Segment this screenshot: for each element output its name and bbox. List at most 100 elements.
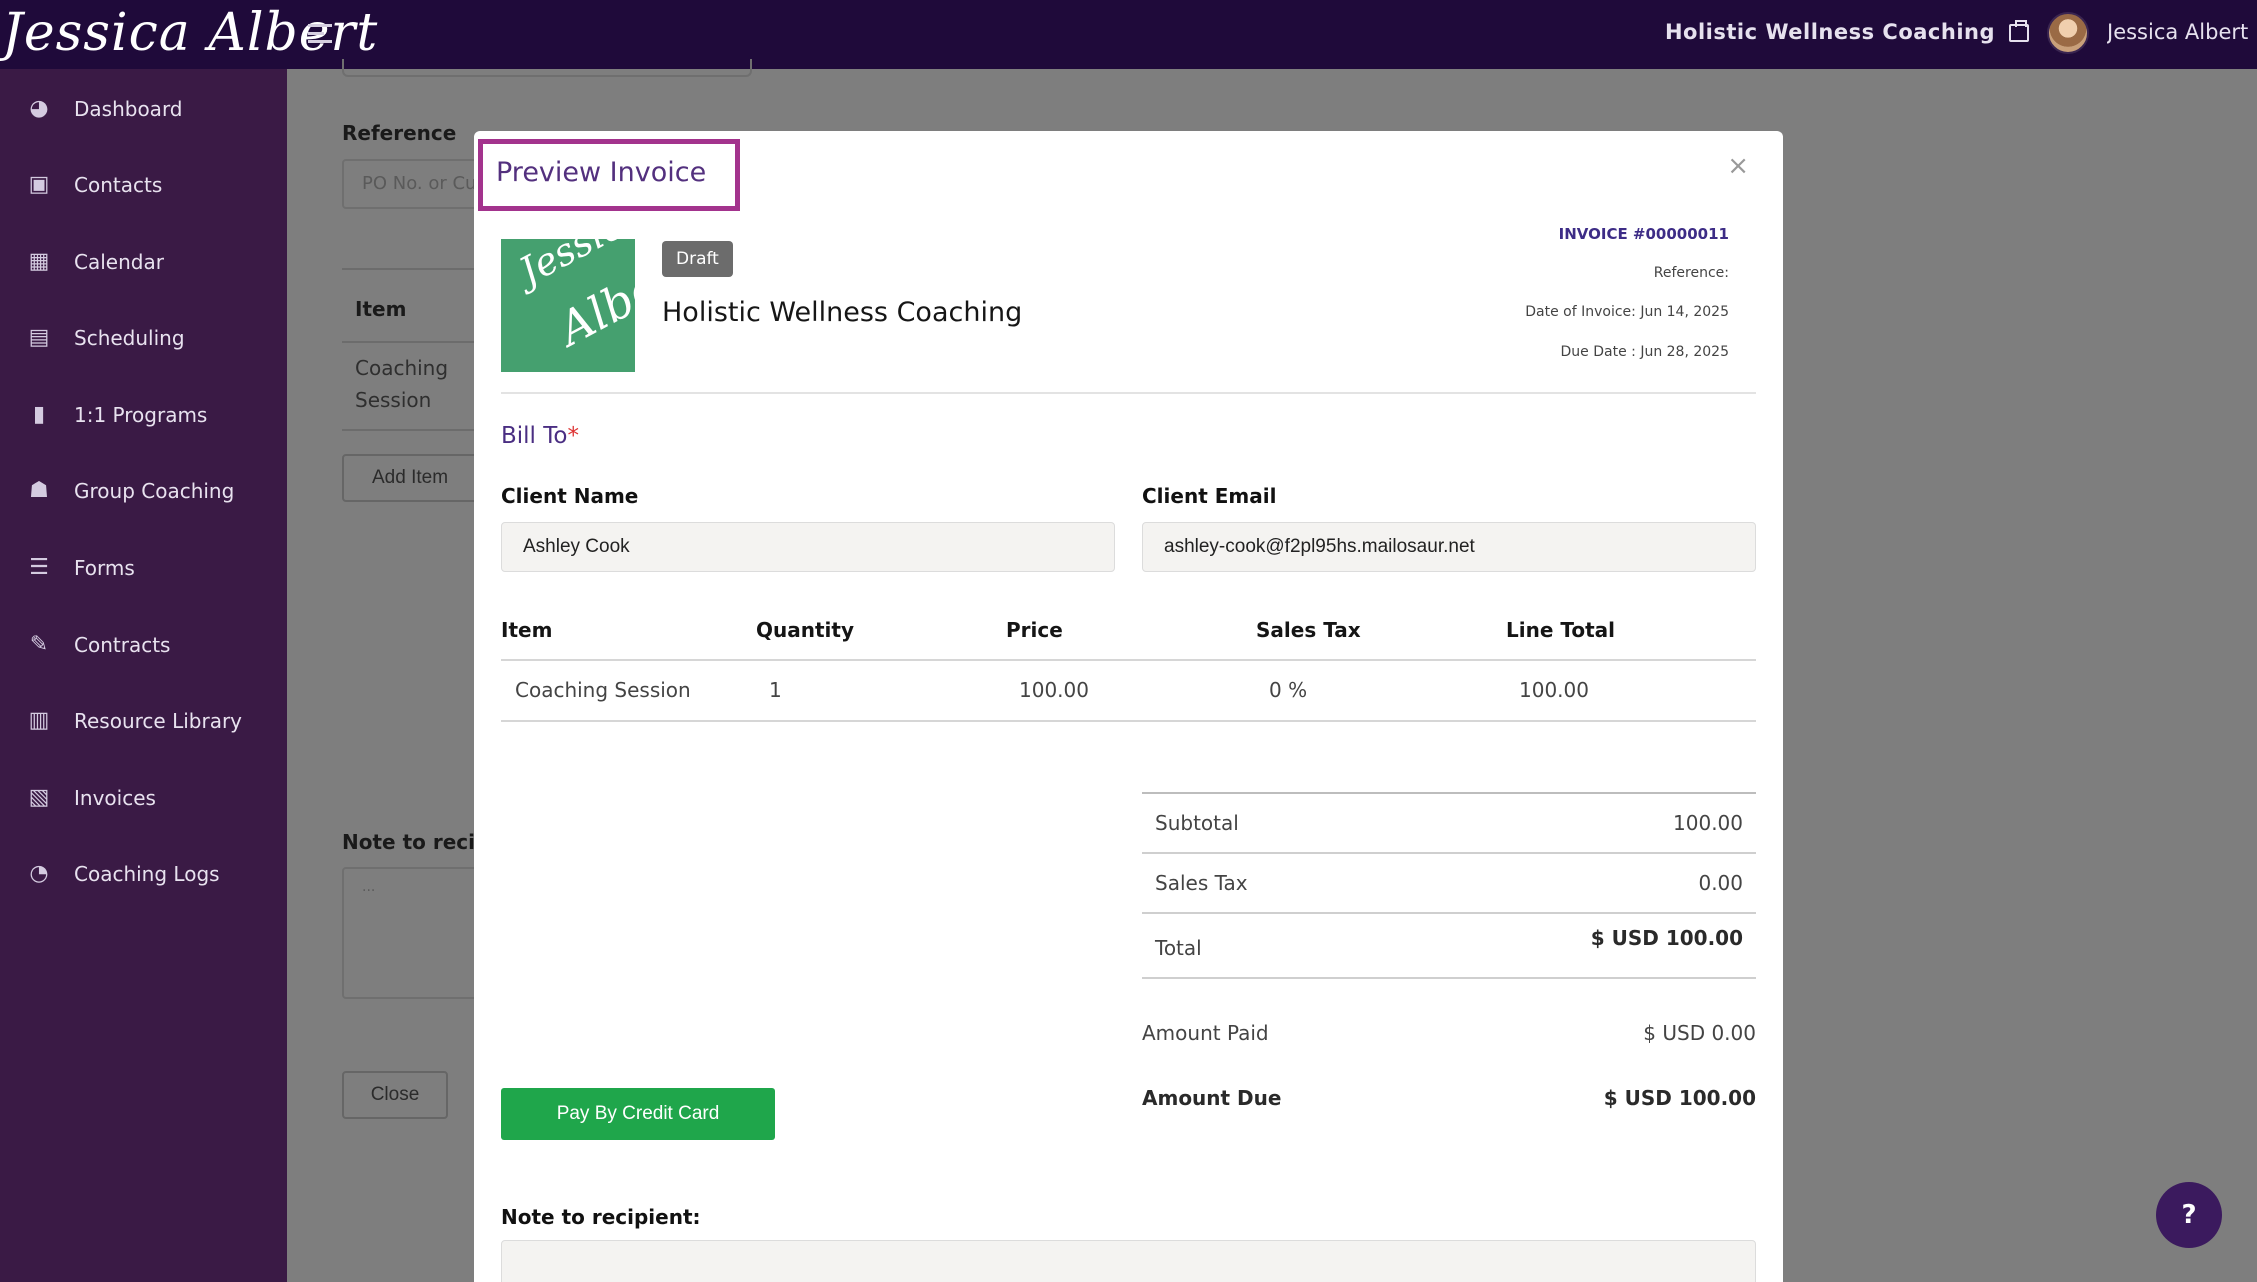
- column-header: Line Total: [1506, 618, 1616, 642]
- calendar-icon: ▦: [28, 249, 50, 274]
- sidebar: ◕ Dashboard ▣ Contacts ▦ Calendar ▤ Sche…: [0, 69, 287, 1282]
- clock-icon: ◔: [29, 861, 49, 886]
- bg-divider: [342, 429, 482, 431]
- table-header-divider: [501, 659, 1756, 661]
- sidebar-item-group-coaching[interactable]: ☗ Group Coaching: [0, 466, 287, 516]
- column-header: Item: [501, 618, 553, 642]
- sidebar-item-dashboard[interactable]: ◕ Dashboard: [0, 84, 287, 134]
- client-name-field[interactable]: Ashley Cook: [501, 522, 1115, 572]
- preview-invoice-modal: Preview Invoice × Jessica Albert Draft H…: [474, 131, 1783, 1282]
- sidebar-item-label: Calendar: [74, 250, 164, 274]
- top-bar: Jessica Albert Holistic Wellness Coachin…: [0, 0, 2257, 69]
- avatar[interactable]: [2047, 12, 2089, 54]
- invoice-due-date: Due Date : Jun 28, 2025: [1560, 344, 1729, 360]
- bg-divider: [342, 268, 482, 270]
- sidebar-item-scheduling[interactable]: ▤ Scheduling: [0, 313, 287, 363]
- column-header: Quantity: [756, 618, 854, 642]
- business-name[interactable]: Holistic Wellness Coaching: [1665, 20, 1995, 44]
- modal-title: Preview Invoice: [496, 157, 707, 188]
- sidebar-item-forms[interactable]: ☰ Forms: [0, 543, 287, 593]
- table-cell: 100.00: [1519, 678, 1589, 702]
- required-mark: *: [567, 423, 579, 449]
- bg-item-header: Item: [355, 297, 407, 321]
- sales-tax-label: Sales Tax: [1155, 871, 1248, 895]
- contracts-icon: ✎: [29, 632, 49, 657]
- brand-logo: Jessica Albert: [501, 239, 635, 372]
- contacts-icon: ▣: [28, 172, 50, 197]
- menu-toggle-icon[interactable]: [308, 24, 332, 46]
- invoice-date: Date of Invoice: Jun 14, 2025: [1525, 304, 1729, 320]
- sidebar-item-label: Forms: [74, 556, 135, 580]
- scheduling-icon: ▤: [28, 325, 50, 350]
- bg-note-label: Note to recip: [342, 830, 490, 854]
- status-badge: Draft: [662, 241, 733, 277]
- library-icon: ▥: [28, 708, 50, 733]
- bg-note-textarea[interactable]: ...: [342, 867, 482, 999]
- subtotal-label: Subtotal: [1155, 811, 1239, 835]
- sidebar-item-label: Dashboard: [74, 97, 183, 121]
- table-cell: Coaching Session: [515, 678, 691, 702]
- logo-line: Albert: [549, 240, 635, 357]
- forms-icon: ☰: [29, 555, 49, 580]
- summary-divider: [1142, 792, 1756, 794]
- close-icon[interactable]: ×: [1727, 153, 1749, 179]
- sidebar-item-calendar[interactable]: ▦ Calendar: [0, 237, 287, 287]
- column-header: Price: [1006, 618, 1063, 642]
- bg-field-top: [342, 59, 752, 77]
- bill-to-heading: Bill To*: [501, 423, 579, 449]
- sidebar-item-label: 1:1 Programs: [74, 403, 208, 427]
- help-button[interactable]: ?: [2156, 1182, 2222, 1248]
- table-row-divider: [501, 720, 1756, 722]
- total-label: Total: [1155, 936, 1202, 960]
- sidebar-item-label: Invoices: [74, 786, 156, 810]
- company-name: Holistic Wellness Coaching: [662, 297, 1023, 328]
- amount-due-label: Amount Due: [1142, 1086, 1282, 1110]
- amount-paid-label: Amount Paid: [1142, 1021, 1269, 1045]
- invoice-number: INVOICE #00000011: [1558, 225, 1729, 243]
- bg-add-item-button[interactable]: Add Item: [342, 454, 482, 502]
- dashboard-icon: ◕: [29, 96, 49, 121]
- sidebar-item-invoices[interactable]: ▧ Invoices: [0, 773, 287, 823]
- header-divider: [501, 392, 1756, 394]
- client-name-label: Client Name: [501, 484, 639, 508]
- sidebar-item-label: Contracts: [74, 633, 171, 657]
- sidebar-item-programs[interactable]: ▮ 1:1 Programs: [0, 390, 287, 440]
- group-icon: ☗: [29, 478, 49, 503]
- briefcase-icon[interactable]: [2009, 20, 2029, 42]
- sidebar-item-coaching-logs[interactable]: ◔ Coaching Logs: [0, 849, 287, 899]
- subtotal-value: 100.00: [1673, 811, 1743, 835]
- sidebar-item-contacts[interactable]: ▣ Contacts: [0, 160, 287, 210]
- sidebar-item-contracts[interactable]: ✎ Contracts: [0, 620, 287, 670]
- amount-due-value: $ USD 100.00: [1603, 1086, 1756, 1110]
- table-cell: 1: [769, 678, 782, 702]
- sidebar-item-label: Scheduling: [74, 326, 185, 350]
- sidebar-item-label: Group Coaching: [74, 479, 235, 503]
- sidebar-item-label: Resource Library: [74, 709, 243, 733]
- note-to-recipient-field[interactable]: [501, 1240, 1756, 1282]
- sidebar-item-label: Contacts: [74, 173, 163, 197]
- bg-divider: [342, 341, 482, 343]
- sidebar-item-resource-library[interactable]: ▥ Resource Library: [0, 696, 287, 746]
- bg-close-button[interactable]: Close: [342, 1071, 448, 1119]
- note-to-recipient-label: Note to recipient:: [501, 1205, 701, 1229]
- book-icon: ▮: [32, 402, 46, 427]
- table-cell: 0 %: [1269, 678, 1308, 702]
- summary-divider: [1142, 977, 1756, 979]
- table-cell: 100.00: [1019, 678, 1089, 702]
- summary-divider: [1142, 912, 1756, 914]
- client-email-field[interactable]: ashley-cook@f2pl95hs.mailosaur.net: [1142, 522, 1756, 572]
- bg-reference-label: Reference: [342, 121, 457, 145]
- amount-paid-value: $ USD 0.00: [1643, 1021, 1756, 1045]
- bg-item-value: Coaching Session: [355, 356, 449, 412]
- column-header: Sales Tax: [1256, 618, 1361, 642]
- sidebar-item-label: Coaching Logs: [74, 862, 220, 886]
- bill-to-label: Bill To: [501, 423, 568, 449]
- invoice-icon: ▧: [28, 785, 50, 810]
- total-value: $ USD 100.00: [1590, 926, 1743, 950]
- client-email-label: Client Email: [1142, 484, 1277, 508]
- bg-reference-input[interactable]: PO No. or Cu: [342, 159, 482, 209]
- pay-by-credit-card-button[interactable]: Pay By Credit Card: [501, 1088, 775, 1140]
- app-logo[interactable]: Jessica Albert: [2, 0, 377, 69]
- user-name[interactable]: Jessica Albert: [2107, 20, 2257, 44]
- invoice-reference: Reference:: [1653, 265, 1729, 281]
